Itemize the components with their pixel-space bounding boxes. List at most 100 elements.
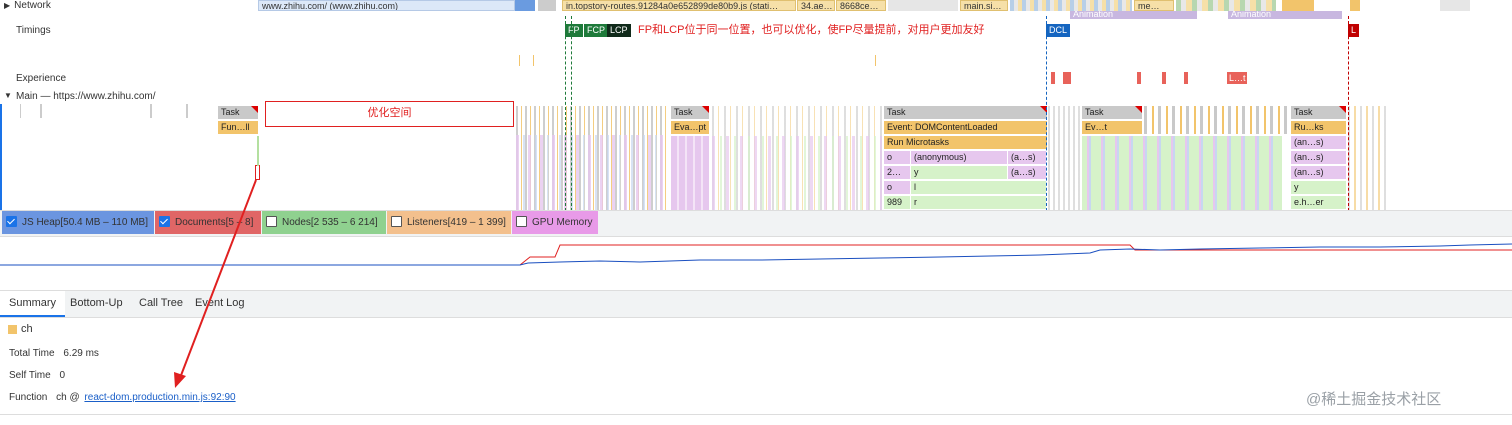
gpu-memory-checkbox[interactable]	[516, 215, 527, 227]
timing-tick	[875, 55, 876, 66]
nodes-counter[interactable]: Nodes[2 535 – 6 214]	[262, 211, 386, 234]
frame-as-2[interactable]: (a…s)	[1008, 166, 1046, 179]
network-request-ce[interactable]: 8668ce…	[836, 0, 886, 11]
dense-task-stripes[interactable]	[1048, 106, 1080, 210]
js-heap-line	[0, 243, 1512, 266]
frame-y-2[interactable]: y	[1291, 181, 1346, 194]
tab-call-tree[interactable]: Call Tree	[139, 291, 183, 315]
main-track-label: Main — https://www.zhihu.com/	[16, 91, 156, 102]
function-source-link[interactable]: react-dom.production.min.js:92:90	[84, 392, 235, 403]
frame-an-s-1[interactable]: (an…s)	[1291, 136, 1346, 149]
network-request-block[interactable]	[1350, 0, 1360, 11]
frame-l[interactable]: l	[911, 181, 1046, 194]
layout-shift-block[interactable]	[1063, 72, 1071, 84]
watermark: @稀土掘金技术社区	[1306, 391, 1442, 408]
layout-shift-label[interactable]: L…t	[1227, 72, 1247, 84]
network-requests-cluster[interactable]	[1176, 0, 1276, 11]
network-request-block[interactable]	[888, 0, 958, 11]
tick	[40, 104, 42, 118]
network-request-me[interactable]: me…	[1134, 0, 1174, 11]
run-microtasks[interactable]: Run Microtasks	[884, 136, 1047, 149]
nodes-checkbox[interactable]	[266, 215, 277, 227]
frame-o-2[interactable]: o	[884, 181, 910, 194]
load-marker[interactable]: L	[1348, 24, 1360, 37]
dense-task-stripes[interactable]	[1144, 106, 1289, 134]
dcl-marker[interactable]: DCL	[1046, 24, 1071, 37]
collapse-arrow-icon[interactable]: ▶	[4, 1, 10, 10]
task-2[interactable]: Task	[671, 106, 709, 119]
lcp-marker[interactable]: LCP	[607, 24, 631, 37]
call-stack-bar[interactable]	[257, 136, 259, 166]
tab-bottom-up[interactable]: Bottom-Up	[70, 291, 123, 315]
task-5[interactable]: Task	[1291, 106, 1346, 119]
js-heap-label: JS Heap[50.4 MB – 110 MB]	[22, 217, 148, 228]
js-heap-counter[interactable]: JS Heap[50.4 MB – 110 MB]	[2, 211, 154, 234]
self-time-value: 0	[59, 370, 66, 381]
self-time-label: Self Time	[9, 370, 51, 381]
summary-name: ch	[21, 323, 33, 335]
event-ev[interactable]: Ev…t	[1082, 121, 1142, 134]
tab-summary[interactable]: Summary	[0, 291, 66, 317]
network-requests-cluster[interactable]	[1010, 0, 1132, 11]
network-request-ae[interactable]: 34.ae…	[797, 0, 835, 11]
load-line	[1348, 16, 1349, 211]
frame-eher[interactable]: e.h…er	[1291, 196, 1346, 209]
network-request-block[interactable]	[515, 0, 535, 11]
fcp-marker[interactable]: FCP	[584, 24, 608, 37]
frame-anonymous[interactable]: (anonymous)	[911, 151, 1007, 164]
js-heap-checkbox[interactable]	[6, 215, 17, 227]
dense-call-stripes[interactable]	[516, 135, 666, 210]
frame-989[interactable]: 989	[884, 196, 910, 209]
run-microtasks-short[interactable]: Ru…ks	[1291, 121, 1346, 134]
main-track-header[interactable]: ▼ Main — https://www.zhihu.com/	[0, 90, 1512, 104]
layout-shift-block[interactable]	[1184, 72, 1188, 84]
layout-shift-block[interactable]	[1162, 72, 1166, 84]
listeners-checkbox[interactable]	[391, 215, 402, 227]
evaluate-script[interactable]: Eva…pt	[671, 121, 709, 134]
network-request-block[interactable]	[1282, 0, 1314, 11]
network-track[interactable]: ▶ Network www.zhihu.com/ (www.zhihu.com) …	[0, 0, 1512, 19]
frame-2[interactable]: 2…	[884, 166, 910, 179]
documents-checkbox[interactable]	[159, 215, 170, 227]
network-track-label: ▶ Network	[4, 0, 51, 11]
network-request-zhihu[interactable]: www.zhihu.com/ (www.zhihu.com)	[258, 0, 515, 11]
documents-counter[interactable]: Documents[5 – 8]	[155, 211, 261, 234]
tick	[150, 104, 152, 118]
frame-an-s-3[interactable]: (an…s)	[1291, 166, 1346, 179]
network-request-topstory[interactable]: in.topstory-routes.91284a0e652899de80b9.…	[562, 0, 796, 11]
function-row: Function ch @ react-dom.production.min.j…	[9, 392, 236, 403]
task-4[interactable]: Task	[1082, 106, 1142, 119]
lcp-line	[571, 16, 572, 211]
tab-event-log[interactable]: Event Log	[195, 291, 245, 315]
frame-r[interactable]: r	[911, 196, 1046, 209]
expand-arrow-icon[interactable]: ▼	[4, 91, 12, 100]
network-request-main[interactable]: main.si…	[960, 0, 1008, 11]
frame-as-1[interactable]: (a…s)	[1008, 151, 1046, 164]
dense-task-stripes[interactable]	[1348, 106, 1388, 210]
function-call-fun[interactable]: Fun…ll	[218, 121, 258, 134]
function-label: Function	[9, 392, 48, 403]
gpu-memory-counter[interactable]: GPU Memory	[512, 211, 598, 234]
selected-ch-frame[interactable]	[255, 165, 260, 180]
experience-track[interactable]: Experience L…t	[0, 66, 1512, 90]
call-stack-block[interactable]	[671, 136, 709, 210]
frame-y[interactable]: y	[911, 166, 1007, 179]
dense-call-stripes[interactable]	[712, 136, 882, 210]
total-time-row: Total Time 6.29 ms	[9, 348, 99, 359]
layout-shift-block[interactable]	[1137, 72, 1141, 84]
network-request-block[interactable]	[538, 0, 556, 11]
dom-content-loaded-event[interactable]: Event: DOMContentLoaded	[884, 121, 1047, 134]
call-stack-block[interactable]	[1082, 136, 1282, 210]
frame-an-s-2[interactable]: (an…s)	[1291, 151, 1346, 164]
total-time-value: 6.29 ms	[63, 348, 99, 359]
counters-graph[interactable]	[0, 235, 1512, 275]
frame-o-1[interactable]: o	[884, 151, 910, 164]
network-request-block[interactable]	[1440, 0, 1470, 11]
timings-track-label: Timings	[16, 25, 51, 36]
fp-marker[interactable]: FP	[565, 24, 583, 37]
task-1[interactable]: Task	[218, 106, 258, 119]
total-time-label: Total Time	[9, 348, 55, 359]
task-3[interactable]: Task	[884, 106, 1047, 119]
layout-shift-block[interactable]	[1051, 72, 1055, 84]
listeners-counter[interactable]: Listeners[419 – 1 399]	[387, 211, 511, 234]
